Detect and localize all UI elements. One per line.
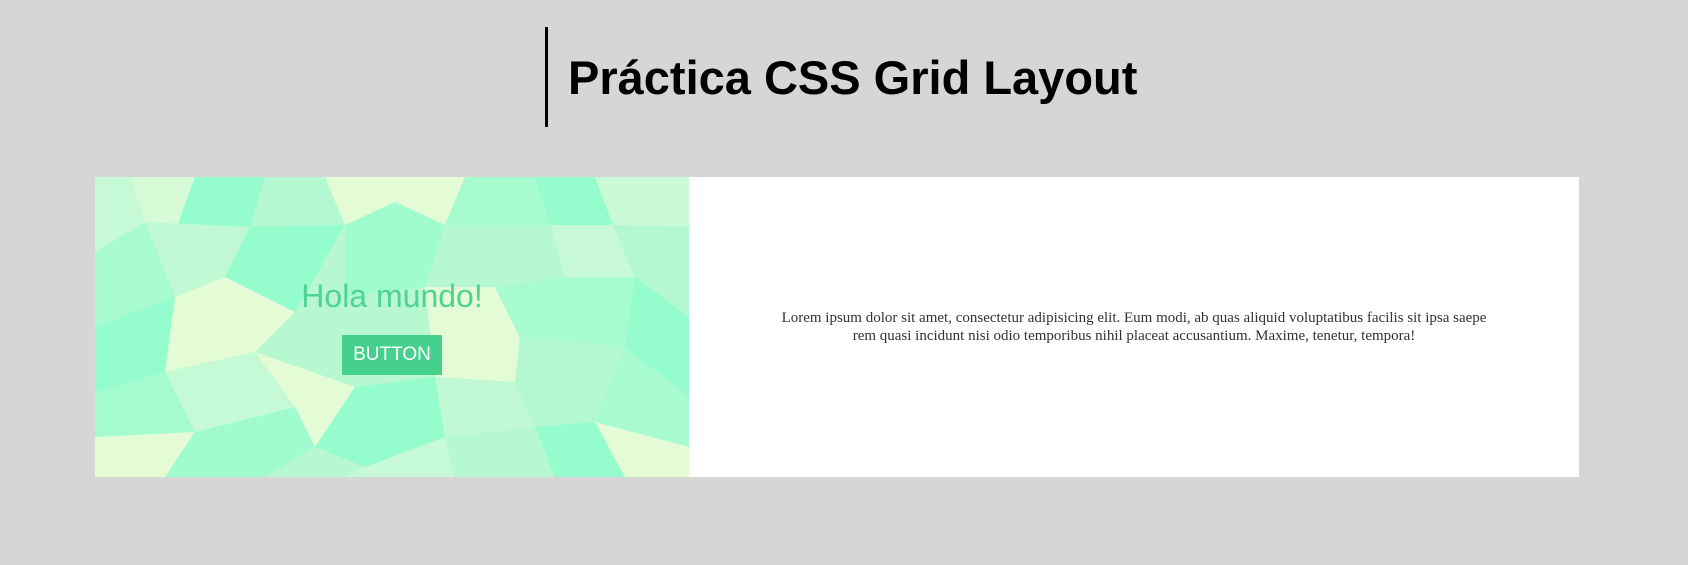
hero-heading: Hola mundo! (301, 278, 483, 315)
hero-button[interactable]: BUTTON (342, 334, 442, 375)
page-header: Práctica CSS Grid Layout (545, 27, 1137, 127)
hero-content: Hola mundo! BUTTON (95, 177, 689, 477)
grid-container: Hola mundo! BUTTON Lorem ipsum dolor sit… (95, 177, 1579, 477)
text-panel: Lorem ipsum dolor sit amet, consectetur … (689, 177, 1579, 477)
page-title: Práctica CSS Grid Layout (568, 50, 1138, 104)
hero-panel: Hola mundo! BUTTON (95, 177, 689, 477)
lorem-paragraph: Lorem ipsum dolor sit amet, consectetur … (781, 310, 1487, 344)
